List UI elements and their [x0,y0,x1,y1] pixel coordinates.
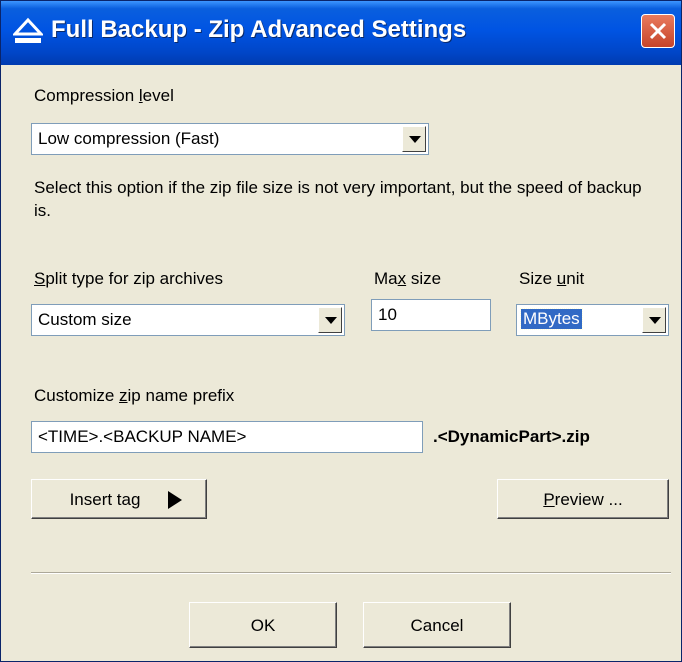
window-title: Full Backup - Zip Advanced Settings [51,16,467,43]
compression-level-value: Low compression (Fast) [38,129,220,148]
compression-level-select[interactable]: Low compression (Fast) [31,123,429,155]
split-label-accel: S [34,269,46,288]
max-size-input[interactable]: 10 [371,299,491,331]
chevron-down-icon [649,317,661,324]
chevron-down-icon [409,136,421,143]
title-bar[interactable]: Full Backup - Zip Advanced Settings [1,1,681,65]
size-unit-label-accel: u [556,269,567,288]
chevron-down-icon [325,317,337,324]
triangle-right-icon [168,491,182,514]
compression-level-label: Compression level [34,86,174,106]
preview-label-text: review ... [554,490,623,509]
compression-label-text-rest: evel [142,86,174,105]
preview-button[interactable]: Preview ... [497,479,669,519]
split-label-text: plit type for zip archives [45,269,223,288]
size-unit-dropdown-button[interactable] [642,307,666,333]
ok-button[interactable]: OK [189,602,337,648]
prefix-label-text-rest: ip name prefix [127,386,235,405]
prefix-label-text: Customize [34,386,120,405]
split-type-label: Split type for zip archives [34,269,223,289]
max-size-value: 10 [378,305,397,324]
zip-name-suffix: .<DynamicPart>.zip [433,427,590,446]
cancel-button[interactable]: Cancel [363,602,511,648]
button-separator [31,572,671,574]
eject-icon [11,17,45,47]
max-size-label-text-rest: size [406,269,442,288]
size-unit-label: Size unit [519,269,584,289]
insert-tag-button[interactable]: Insert tag [31,479,207,519]
close-button[interactable] [641,14,675,48]
preview-label: Preview ... [498,490,668,510]
split-type-value: Custom size [38,310,132,329]
max-size-label: Max size [374,269,441,289]
zip-prefix-value: <TIME>.<BACKUP NAME> [38,427,247,446]
prefix-label-accel: z [119,386,128,405]
compression-label-text: Compression [34,86,139,105]
ok-label: OK [250,616,276,635]
cancel-label: Cancel [410,616,464,635]
zip-prefix-input[interactable]: <TIME>.<BACKUP NAME> [31,421,423,453]
compression-dropdown-button[interactable] [402,126,426,152]
zip-prefix-label: Customize zip name prefix [34,386,234,406]
max-size-label-text: Ma [374,269,398,288]
split-dropdown-button[interactable] [318,307,342,333]
size-unit-label-text: Size [519,269,557,288]
split-type-select[interactable]: Custom size [31,304,345,336]
max-size-label-accel: x [397,269,407,288]
size-unit-value: MBytes [520,308,583,330]
compression-description: Select this option if the zip file size … [34,178,642,220]
dialog-window: Full Backup - Zip Advanced Settings Comp… [0,0,682,662]
size-unit-select[interactable]: MBytes [516,304,669,336]
insert-tag-label: Insert tag [69,490,141,509]
preview-label-accel: P [543,490,555,509]
size-unit-label-text-rest: nit [566,269,585,288]
